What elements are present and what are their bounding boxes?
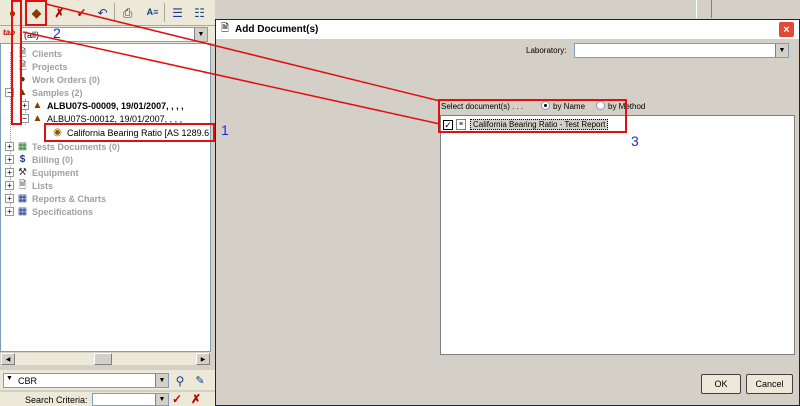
annotation-lines <box>22 3 441 125</box>
annotation-number-2: 2 <box>53 25 61 41</box>
annotation-box-toolbar <box>25 0 47 26</box>
annotation-number-3: 3 <box>631 133 639 149</box>
annotation-number-1: 1 <box>221 122 229 138</box>
annotation-box-cbr <box>44 123 215 142</box>
annotation-box-document <box>438 99 627 133</box>
annotation-box-column <box>11 0 22 125</box>
